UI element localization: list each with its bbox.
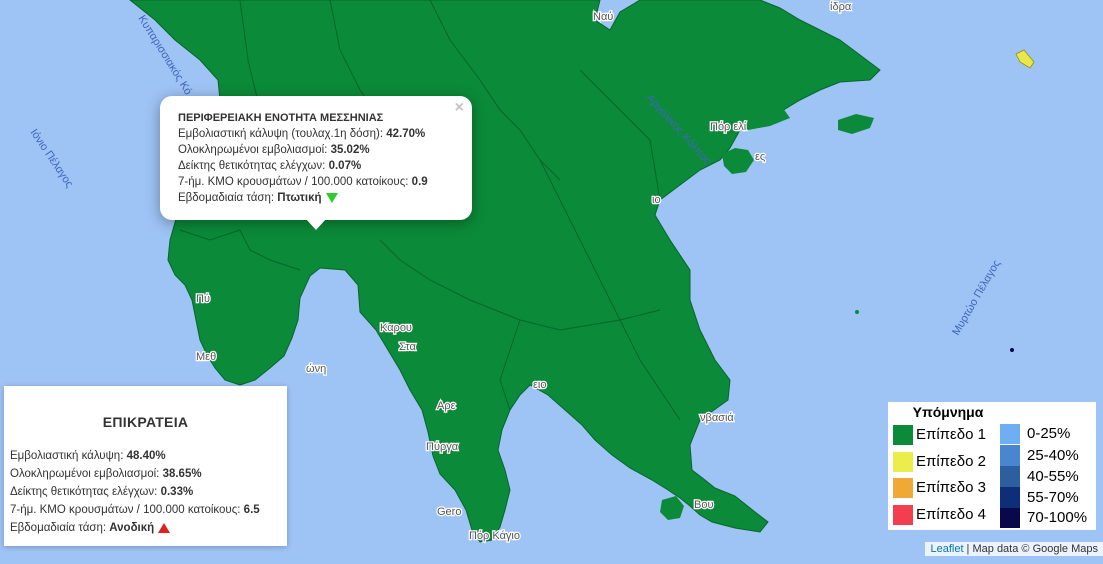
legend-coverage-2: 25-40% [1000, 445, 1079, 467]
legend-level-3: Επίπεδο 3 [893, 478, 986, 498]
legend-swatch [1000, 424, 1020, 444]
place-label: Gero [437, 506, 461, 518]
legend-swatch [893, 425, 913, 445]
country-cases: 7-ήμ. ΚΜΟ κρουσμάτων / 100.000 κατοίκους… [10, 504, 260, 516]
place-label: Πόρ ελί [710, 121, 747, 133]
legend-swatch [893, 452, 913, 472]
place-label: ες [755, 151, 765, 163]
region-popup: × ΠΕΡΙΦΕΡΕΙΑΚΗ ΕΝΟΤΗΤΑ ΜΕΣΣΗΝΙΑΣ Εμβολια… [160, 96, 472, 220]
place-label: Βου [694, 499, 713, 511]
place-label: Αρε [437, 400, 456, 412]
place-label: Πύργα [426, 441, 459, 453]
place-label: Στα [399, 341, 416, 353]
legend-swatch [893, 505, 913, 525]
close-icon[interactable]: × [455, 99, 464, 117]
legend-coverage-4: 55-70% [1000, 487, 1079, 509]
arrow-down-icon [325, 192, 338, 203]
popup-full-vaccinations: Ολοκληρωμένοι εμβολιασμοί: 35.02% [178, 144, 370, 156]
place-label: ώνη [306, 363, 326, 375]
country-full-vaccinations: Ολοκληρωμένοι εμβολιασμοί: 38.65% [10, 468, 202, 480]
legend-level-1: Επίπεδο 1 [893, 425, 986, 445]
legend-level-2: Επίπεδο 2 [893, 452, 986, 472]
map-attribution: Leaflet | Map data © Google Maps [925, 542, 1103, 556]
place-label: ίδρα [830, 1, 852, 13]
legend-swatch [1000, 508, 1020, 528]
place-label: Ναύ [593, 11, 613, 23]
place-label: ιο [652, 194, 661, 206]
place-label: ειο [533, 379, 546, 391]
legend-coverage-1: 0-25% [1000, 424, 1070, 444]
place-label: Πόρ Κάγιο [469, 530, 520, 542]
country-info-panel: ΕΠΙΚΡΑΤΕΙΑ Εμβολιαστική κάλυψη: 48.40% Ο… [4, 386, 287, 546]
popup-tip [306, 219, 326, 230]
islet [855, 310, 859, 314]
legend-level-4: Επίπεδο 4 [893, 505, 986, 525]
legend-swatch [1000, 487, 1020, 509]
popup-title: ΠΕΡΙΦΕΡΕΙΑΚΗ ΕΝΟΤΗΤΑ ΜΕΣΣΗΝΙΑΣ [178, 112, 384, 124]
popup-cases: 7-ήμ. ΚΜΟ κρουσμάτων / 100.000 κατοίκους… [178, 176, 428, 188]
popup-trend: Εβδομαδιαία τάση: Πτωτική [178, 190, 462, 206]
legend-swatch [1000, 466, 1020, 488]
legend-swatch [1000, 445, 1020, 467]
legend-coverage-5: 70-100% [1000, 508, 1087, 528]
country-coverage: Εμβολιαστική κάλυψη: 48.40% [10, 450, 166, 462]
arrow-up-icon [158, 522, 171, 533]
place-label: Μεθ [196, 351, 216, 363]
islet [1010, 348, 1014, 352]
leaflet-link[interactable]: Leaflet [930, 543, 963, 555]
legend-swatch [893, 478, 913, 498]
attribution-credit: Map data © Google Maps [972, 543, 1098, 555]
country-positivity: Δείκτης θετικότητας ελέγχων: 0.33% [10, 486, 194, 498]
popup-positivity: Δείκτης θετικότητας ελέγχων: 0.07% [178, 160, 362, 172]
place-label: Καρου [380, 322, 412, 334]
popup-coverage: Εμβολιαστική κάλυψη (τουλαχ.1η δόση): 42… [178, 128, 426, 140]
country-title: ΕΠΙΚΡΑΤΕΙΑ [102, 414, 189, 430]
country-trend: Εβδομαδιαία τάση: Ανοδική [10, 519, 287, 537]
map-legend: Υπόμνημα Επίπεδο 1 Επίπεδο 2 Επίπεδο 3 Ε… [888, 402, 1096, 530]
place-label: νβασιά [700, 412, 734, 424]
legend-coverage-3: 40-55% [1000, 466, 1079, 488]
place-label: Πύ [196, 293, 210, 305]
legend-title: Υπόμνημα [912, 404, 984, 420]
